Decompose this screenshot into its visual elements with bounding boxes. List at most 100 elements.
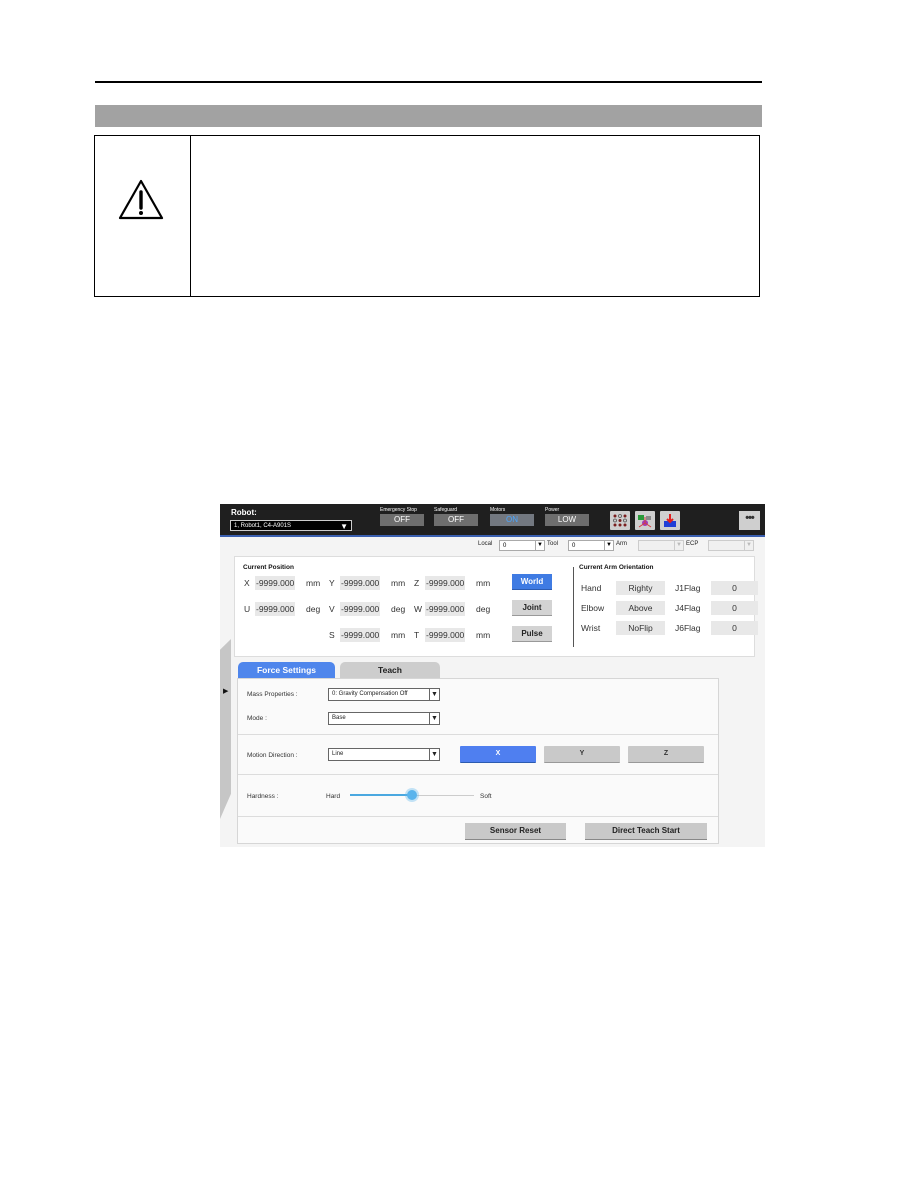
mass-properties-select[interactable]: 0: Gravity Compensation Off ▼ <box>328 688 440 701</box>
axis-label: U <box>244 604 251 614</box>
arm-select[interactable]: ▼ <box>638 540 684 551</box>
axis-unit: mm <box>391 630 406 640</box>
tool-select[interactable]: 0 ▼ <box>568 540 614 551</box>
chevron-down-icon: ▼ <box>744 541 753 550</box>
io-monitor-icon <box>613 514 627 527</box>
axis-unit: mm <box>306 578 321 588</box>
status-value: LOW <box>545 514 589 526</box>
status-value: OFF <box>380 514 424 526</box>
warning-triangle-icon <box>118 179 164 220</box>
robot-select[interactable]: 1, Robot1, C4-A901S ▼ <box>230 520 352 531</box>
status-safeguard: Safeguard OFF <box>434 507 478 526</box>
j1flag-label: J1Flag <box>675 583 701 593</box>
joint-mode-button[interactable]: Joint <box>512 600 552 616</box>
caution-text-cell <box>192 136 759 296</box>
axis-label: V <box>329 604 335 614</box>
axis-value: -9999.000 <box>425 576 466 590</box>
divider <box>238 734 718 735</box>
soft-label: Soft <box>480 793 492 800</box>
chevron-down-icon: ▼ <box>674 541 683 550</box>
section-heading-band <box>95 105 762 127</box>
axis-value: -9999.000 <box>425 628 466 642</box>
axis-label: S <box>329 630 335 640</box>
axis-unit: deg <box>306 604 321 614</box>
axis-value: -9999.000 <box>425 602 466 616</box>
direction-z-button[interactable]: Z <box>628 746 704 763</box>
robot-select-value: 1, Robot1, C4-A901S <box>234 523 292 529</box>
mode-label: Mode : <box>247 715 267 722</box>
wrist-value: NoFlip <box>616 621 665 635</box>
position-panel: Current Position X -9999.000 mm Y -9999.… <box>234 556 758 657</box>
wrist-label: Wrist <box>581 623 601 633</box>
play-arrow-icon: ▶ <box>223 688 229 695</box>
chevron-down-icon: ▼ <box>429 713 439 724</box>
chevron-down-icon: ▼ <box>535 541 544 550</box>
direction-x-button[interactable]: X <box>460 746 536 763</box>
jog-teach-button[interactable] <box>660 511 680 530</box>
status-emergency-stop: Emergency Stop OFF <box>380 507 424 526</box>
tool-label: Tool <box>547 541 559 547</box>
axis-unit: mm <box>391 578 406 588</box>
j4flag-label: J4Flag <box>675 603 701 613</box>
motion-direction-select[interactable]: Line ▼ <box>328 748 440 761</box>
hardness-label: Hardness : <box>247 793 279 800</box>
divider <box>238 816 718 817</box>
mass-properties-label: Mass Properties : <box>247 691 298 698</box>
chevron-down-icon: ▼ <box>340 522 348 531</box>
chevron-down-icon: ▼ <box>604 541 613 550</box>
arm-label: Arm <box>616 541 627 547</box>
hand-value: Righty <box>616 581 665 595</box>
axis-label: Z <box>414 578 420 588</box>
sensor-reset-button[interactable]: Sensor Reset <box>465 823 566 840</box>
status-motors: Motors ON <box>490 507 534 526</box>
chevron-down-icon: ▼ <box>429 749 439 760</box>
direction-y-button[interactable]: Y <box>544 746 620 763</box>
tab-teach[interactable]: Teach <box>340 662 440 678</box>
io-monitor-button[interactable] <box>610 511 630 530</box>
hardness-slider-thumb[interactable] <box>407 790 417 800</box>
robot-axes-button[interactable] <box>635 511 655 530</box>
axis-unit: mm <box>476 630 491 640</box>
status-value: OFF <box>434 514 478 526</box>
top-bar: Robot: 1, Robot1, C4-A901S ▼ Emergency S… <box>220 504 765 537</box>
axis-unit: mm <box>476 578 491 588</box>
j1flag-value: 0 <box>711 581 758 595</box>
direct-teach-start-button[interactable]: Direct Teach Start <box>585 823 707 840</box>
axis-value: -9999.000 <box>255 602 296 616</box>
mode-select[interactable]: Base ▼ <box>328 712 440 725</box>
caution-icon-cell <box>95 136 191 296</box>
axis-label: T <box>414 630 420 640</box>
world-mode-button[interactable]: World <box>512 574 552 590</box>
elbow-label: Elbow <box>581 603 605 613</box>
axis-value: -9999.000 <box>340 628 381 642</box>
axis-value: -9999.000 <box>255 576 296 590</box>
elbow-value: Above <box>616 601 665 615</box>
ecp-select[interactable]: ▼ <box>708 540 754 551</box>
robot-label: Robot: <box>231 508 257 517</box>
hardness-slider-fill <box>350 794 412 796</box>
local-select[interactable]: 0 ▼ <box>499 540 545 551</box>
tab-force-settings[interactable]: Force Settings <box>238 662 335 678</box>
pulse-mode-button[interactable]: Pulse <box>512 626 552 642</box>
chevron-down-icon: ▼ <box>429 689 439 700</box>
force-settings-panel: Mass Properties : 0: Gravity Compensatio… <box>237 678 719 844</box>
j6flag-label: J6Flag <box>675 623 701 633</box>
j6flag-value: 0 <box>711 621 758 635</box>
caution-table <box>94 135 760 297</box>
side-panel-toggle[interactable] <box>220 639 231 819</box>
divider <box>238 774 718 775</box>
motion-direction-label: Motion Direction : <box>247 752 298 759</box>
status-power: Power LOW <box>545 507 589 526</box>
hand-label: Hand <box>581 583 602 593</box>
robot-app-window: Robot: 1, Robot1, C4-A901S ▼ Emergency S… <box>220 504 765 847</box>
local-label: Local <box>478 541 493 547</box>
jog-teach-icon <box>664 514 676 527</box>
axis-label: Y <box>329 578 335 588</box>
axis-label: W <box>414 604 423 614</box>
j4flag-value: 0 <box>711 601 758 615</box>
more-options-button[interactable]: ••• <box>739 511 760 530</box>
ecp-label: ECP <box>686 541 699 547</box>
axis-unit: deg <box>476 604 491 614</box>
hard-label: Hard <box>326 793 341 800</box>
current-position-title: Current Position <box>243 564 294 571</box>
